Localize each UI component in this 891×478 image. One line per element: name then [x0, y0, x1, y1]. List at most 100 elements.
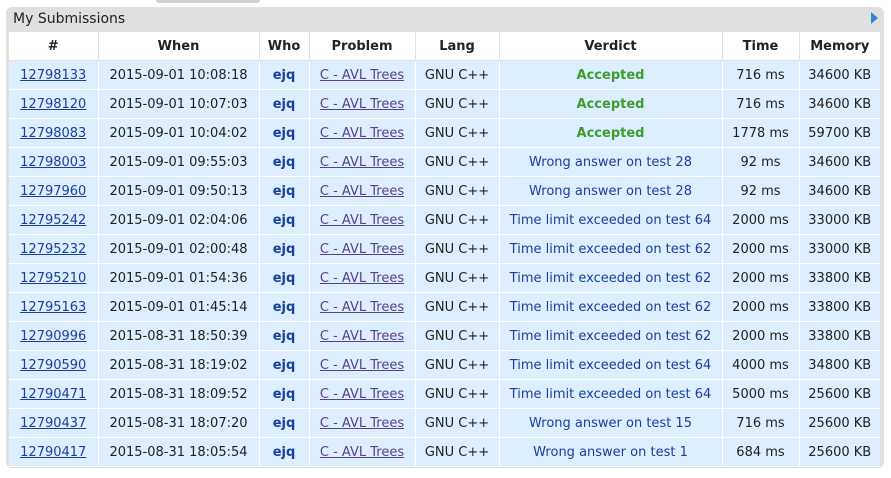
submission-id-cell: 12795163 [9, 292, 99, 322]
author-cell: ejq [259, 147, 310, 177]
execution-time-cell: 2000 ms [722, 292, 800, 322]
column-header-verdict[interactable]: Verdict [499, 32, 723, 61]
author-link[interactable]: ejq [273, 329, 296, 344]
language-cell: GNU C++ [415, 176, 500, 206]
submission-id-cell: 12798133 [9, 60, 99, 90]
submission-id-cell: 12798083 [9, 118, 99, 148]
problem-link[interactable]: C - AVL Trees [320, 387, 404, 402]
memory-cell: 59700 KB [799, 118, 880, 148]
submission-time-cell: 2015-08-31 18:50:39 [98, 321, 260, 351]
problem-cell: C - AVL Trees [309, 379, 416, 409]
author-cell: ejq [259, 408, 310, 438]
verdict-cell: Time limit exceeded on test 64 [499, 350, 723, 380]
author-link[interactable]: ejq [273, 97, 296, 112]
language-cell: GNU C++ [415, 292, 500, 322]
table-row: 12790996 2015-08-31 18:50:39 ejq C - AVL Tr… [9, 321, 880, 351]
submission-id-link[interactable]: 12798003 [20, 155, 86, 170]
submission-time-cell: 2015-08-31 18:09:52 [98, 379, 260, 409]
verdict-text: Wrong answer on test 15 [529, 415, 692, 431]
problem-link[interactable]: C - AVL Trees [320, 271, 404, 286]
triangle-right-icon[interactable] [871, 12, 878, 24]
author-link[interactable]: ejq [273, 358, 296, 373]
language-cell: GNU C++ [415, 350, 500, 380]
column-header-memory[interactable]: Memory [799, 32, 880, 61]
column-header-who[interactable]: Who [259, 32, 310, 61]
submission-id-link[interactable]: 12795242 [20, 213, 86, 228]
problem-cell: C - AVL Trees [309, 147, 416, 177]
verdict-text: Time limit exceeded on test 62 [509, 299, 712, 315]
submission-id-cell: 12795242 [9, 205, 99, 235]
submission-id-link[interactable]: 12790590 [20, 358, 86, 373]
author-link[interactable]: ejq [273, 271, 296, 286]
submission-id-link[interactable]: 12790996 [20, 329, 86, 344]
problem-link[interactable]: C - AVL Trees [320, 126, 404, 141]
submission-id-link[interactable]: 12795210 [20, 271, 86, 286]
submission-id-link[interactable]: 12798083 [20, 126, 86, 141]
submission-id-link[interactable]: 12795232 [20, 242, 86, 257]
submissions-table: # When Who Problem Lang Verdict Time Mem… [9, 32, 880, 467]
table-row: 12798133 2015-09-01 10:08:18 ejq C - AVL Tr… [9, 60, 880, 90]
execution-time-cell: 684 ms [722, 437, 800, 467]
problem-link[interactable]: C - AVL Trees [320, 329, 404, 344]
column-header-id[interactable]: # [9, 32, 99, 61]
submission-id-link[interactable]: 12790417 [20, 445, 86, 460]
problem-cell: C - AVL Trees [309, 60, 416, 90]
problem-link[interactable]: C - AVL Trees [320, 184, 404, 199]
memory-cell: 25600 KB [799, 379, 880, 409]
execution-time-cell: 716 ms [722, 89, 800, 119]
submission-id-cell: 12790417 [9, 437, 99, 467]
tab-fragment [156, 0, 260, 3]
verdict-text: Time limit exceeded on test 62 [509, 328, 712, 344]
problem-link[interactable]: C - AVL Trees [320, 445, 404, 460]
submission-id-link[interactable]: 12795163 [20, 300, 86, 315]
problem-link[interactable]: C - AVL Trees [320, 358, 404, 373]
verdict-text: Accepted [576, 125, 645, 141]
submission-id-cell: 12790996 [9, 321, 99, 351]
submission-time-cell: 2015-09-01 01:45:14 [98, 292, 260, 322]
submission-id-link[interactable]: 12798133 [20, 68, 86, 83]
submission-id-link[interactable]: 12797960 [20, 184, 86, 199]
author-link[interactable]: ejq [273, 242, 296, 257]
table-row: 12790417 2015-08-31 18:05:54 ejq C - AVL Tr… [9, 437, 880, 467]
language-cell: GNU C++ [415, 379, 500, 409]
memory-cell: 33800 KB [799, 263, 880, 293]
problem-link[interactable]: C - AVL Trees [320, 300, 404, 315]
column-header-problem[interactable]: Problem [309, 32, 416, 61]
column-header-lang[interactable]: Lang [415, 32, 500, 61]
column-header-time[interactable]: Time [722, 32, 800, 61]
problem-link[interactable]: C - AVL Trees [320, 155, 404, 170]
verdict-cell: Time limit exceeded on test 64 [499, 379, 723, 409]
author-cell: ejq [259, 234, 310, 264]
author-link[interactable]: ejq [273, 126, 296, 141]
problem-link[interactable]: C - AVL Trees [320, 213, 404, 228]
table-row: 12795232 2015-09-01 02:00:48 ejq C - AVL Tr… [9, 234, 880, 264]
submission-id-link[interactable]: 12798120 [20, 97, 86, 112]
execution-time-cell: 1778 ms [722, 118, 800, 148]
problem-link[interactable]: C - AVL Trees [320, 68, 404, 83]
submission-time-cell: 2015-08-31 18:19:02 [98, 350, 260, 380]
submission-time-cell: 2015-09-01 10:08:18 [98, 60, 260, 90]
author-link[interactable]: ejq [273, 416, 296, 431]
verdict-text: Time limit exceeded on test 64 [509, 386, 712, 402]
author-link[interactable]: ejq [273, 387, 296, 402]
author-cell: ejq [259, 263, 310, 293]
author-link[interactable]: ejq [273, 445, 296, 460]
submission-id-cell: 12795232 [9, 234, 99, 264]
author-link[interactable]: ejq [273, 213, 296, 228]
problem-link[interactable]: C - AVL Trees [320, 97, 404, 112]
author-link[interactable]: ejq [273, 184, 296, 199]
author-link[interactable]: ejq [273, 155, 296, 170]
problem-link[interactable]: C - AVL Trees [320, 242, 404, 257]
submission-id-link[interactable]: 12790437 [20, 416, 86, 431]
memory-cell: 25600 KB [799, 408, 880, 438]
verdict-text: Accepted [576, 67, 645, 83]
column-header-when[interactable]: When [98, 32, 260, 61]
panel-header: My Submissions [6, 7, 884, 32]
submission-id-link[interactable]: 12790471 [20, 387, 86, 402]
verdict-cell: Wrong answer on test 28 [499, 176, 723, 206]
author-cell: ejq [259, 89, 310, 119]
problem-link[interactable]: C - AVL Trees [320, 416, 404, 431]
author-link[interactable]: ejq [273, 68, 296, 83]
author-link[interactable]: ejq [273, 300, 296, 315]
table-row: 12798083 2015-09-01 10:04:02 ejq C - AVL Tr… [9, 118, 880, 148]
